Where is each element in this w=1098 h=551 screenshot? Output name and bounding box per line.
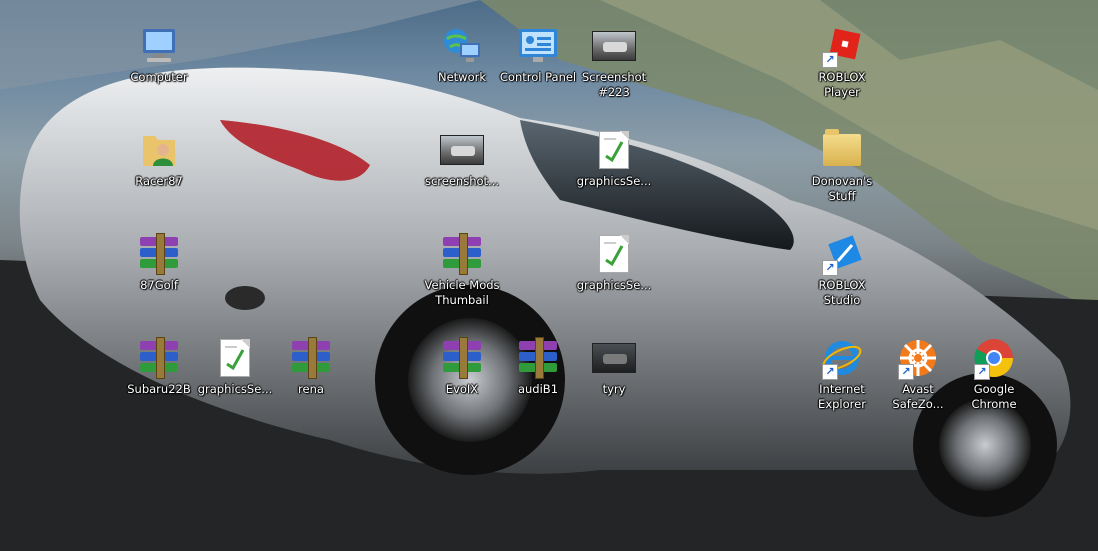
desktop[interactable]: Computer Network Control Panel Screensho… [0,0,1098,551]
shortcut-arrow-icon: ↗ [898,364,914,380]
desktop-icon-computer[interactable]: Computer [118,24,200,114]
control-panel-icon [516,24,560,68]
winrar-archive-icon [440,336,484,380]
internet-explorer-icon: ↗ [820,336,864,380]
desktop-icon-racer87[interactable]: Racer87 [118,128,200,218]
user-folder-icon [137,128,181,172]
image-thumbnail-icon [440,128,484,172]
desktop-icon-label: 87Golf [140,278,178,292]
desktop-icon-graphicsse-2[interactable]: graphicsSe... [573,232,655,322]
desktop-icon-label: graphicsSe... [197,382,273,396]
desktop-icon-label: Computer [130,70,188,84]
desktop-icon-label: screenshot... [424,174,500,188]
roblox-icon: ↗ [820,24,864,68]
desktop-icon-roblox-player[interactable]: ↗ ROBLOX Player [801,24,883,114]
desktop-icon-label: Racer87 [135,174,183,188]
winrar-archive-icon [289,336,333,380]
desktop-icon-graphicsse-3[interactable]: graphicsSe... [194,336,276,426]
avast-icon: ↗ [896,336,940,380]
desktop-icon-label: Donovan's Stuff [811,174,873,203]
desktop-icon-avast-safezone[interactable]: ↗ Avast SafeZo... [877,336,959,426]
desktop-icon-vehicle-mods-thumbail[interactable]: Vehicle Mods Thumbail [421,232,503,322]
desktop-icon-label: graphicsSe... [576,174,652,188]
desktop-icon-graphicsse-1[interactable]: graphicsSe... [573,128,655,218]
text-document-icon [213,336,257,380]
winrar-archive-icon [440,232,484,276]
desktop-icon-label: Avast SafeZo... [892,382,944,411]
desktop-icon-label: Subaru22B [127,382,191,396]
desktop-icon-label: Internet Explorer [818,382,866,411]
desktop-icon-label: ROBLOX Studio [818,278,866,307]
desktop-icon-label: rena [298,382,324,396]
desktop-icon-label: tyry [602,382,626,396]
desktop-icon-label: ROBLOX Player [818,70,866,99]
desktop-icon-screenshot-223[interactable]: Screenshot #223 [573,24,655,114]
shortcut-arrow-icon: ↗ [822,260,838,276]
computer-icon [137,24,181,68]
desktop-icon-label: EvoIX [445,382,479,396]
desktop-icon-label: Screenshot #223 [581,70,647,99]
desktop-icon-tyry[interactable]: tyry [573,336,655,426]
roblox-studio-icon: ↗ [820,232,864,276]
desktop-icon-evoix[interactable]: EvoIX [421,336,503,426]
desktop-icon-label: audiB1 [517,382,559,396]
desktop-icon-network[interactable]: Network [421,24,503,114]
desktop-icon-internet-explorer[interactable]: ↗ Internet Explorer [801,336,883,426]
desktop-icon-label: Control Panel [499,70,577,84]
desktop-icon-rena[interactable]: rena [270,336,352,426]
winrar-archive-icon [516,336,560,380]
chrome-icon: ↗ [972,336,1016,380]
folder-icon [820,128,864,172]
desktop-icon-google-chrome[interactable]: ↗ Google Chrome [953,336,1035,426]
text-document-icon [592,232,636,276]
winrar-archive-icon [137,336,181,380]
desktop-icon-label: Google Chrome [971,382,1017,411]
desktop-icon-subaru22b[interactable]: Subaru22B [118,336,200,426]
shortcut-arrow-icon: ↗ [822,52,838,68]
desktop-icon-roblox-studio[interactable]: ↗ ROBLOX Studio [801,232,883,322]
shortcut-arrow-icon: ↗ [974,364,990,380]
winrar-archive-icon [137,232,181,276]
desktop-icon-screenshot[interactable]: screenshot... [421,128,503,218]
desktop-icon-87golf[interactable]: 87Golf [118,232,200,322]
desktop-icon-label: Network [437,70,487,84]
text-document-icon [592,128,636,172]
image-thumbnail-icon [592,24,636,68]
desktop-icon-audib1[interactable]: audiB1 [497,336,579,426]
desktop-icon-donovans-stuff[interactable]: Donovan's Stuff [801,128,883,218]
shortcut-arrow-icon: ↗ [822,364,838,380]
network-icon [440,24,484,68]
desktop-icon-label: graphicsSe... [576,278,652,292]
desktop-icon-control-panel[interactable]: Control Panel [497,24,579,114]
desktop-icon-label: Vehicle Mods Thumbail [424,278,500,307]
image-thumbnail-icon [592,336,636,380]
